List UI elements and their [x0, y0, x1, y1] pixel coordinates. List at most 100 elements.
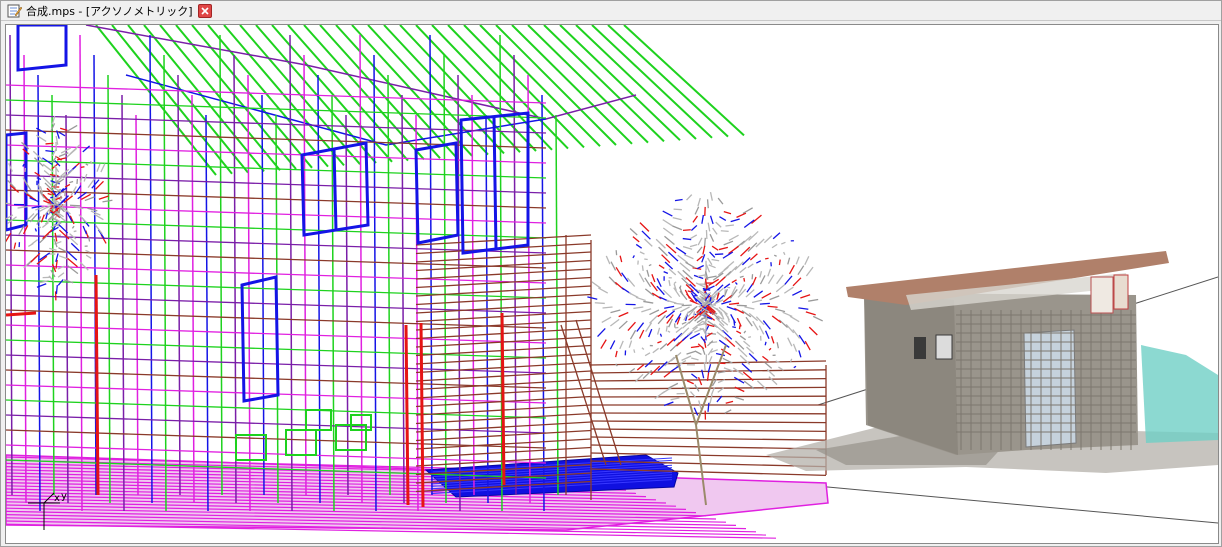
tree-leaf — [670, 397, 680, 401]
fence-rail — [590, 377, 827, 382]
frame-column — [359, 34, 363, 504]
tree-leaf — [664, 261, 674, 270]
tree-leaf — [29, 197, 40, 203]
tree-leaf — [725, 224, 734, 227]
tree-leaf — [673, 287, 681, 298]
tree-leaf — [707, 257, 713, 266]
tree-leaf — [641, 347, 645, 351]
tree-leaf — [793, 365, 797, 369]
axonometric-viewport[interactable]: x y — [5, 24, 1219, 544]
tree-leaf — [7, 179, 16, 189]
tree-leaf — [96, 163, 101, 172]
tree-leaf — [771, 243, 778, 249]
tree-leaf — [628, 292, 639, 299]
tree-leaf — [638, 272, 645, 283]
tree-leaf — [672, 216, 682, 221]
roof-stripe — [95, 25, 217, 176]
tree-leaf — [758, 325, 765, 335]
tree-leaf — [669, 341, 680, 352]
tree-leaf — [633, 349, 636, 353]
tree-leaf — [605, 255, 611, 265]
tree-leaf — [632, 236, 640, 243]
tree-leaf — [767, 274, 775, 285]
tree-leaf — [639, 329, 645, 339]
fence-rail — [415, 251, 592, 263]
tree-leaf — [711, 258, 720, 262]
tree-leaf — [769, 295, 780, 301]
tree-leaf — [780, 241, 786, 245]
tree-leaf — [759, 302, 770, 305]
title-bar[interactable]: 合成.mps - [アクソノメトリック] — [1, 1, 1221, 21]
tree-leaf — [635, 243, 643, 249]
tree-leaf — [621, 272, 629, 283]
tree-leaf — [778, 319, 788, 328]
tree-leaf — [629, 227, 638, 236]
tree-leaf — [635, 296, 646, 302]
tree-leaf — [748, 352, 758, 362]
tree-leaf — [751, 276, 757, 286]
tree-leaf — [694, 350, 702, 356]
tree-leaf — [749, 253, 758, 261]
frame-column — [23, 54, 27, 504]
tree-leaf — [712, 227, 718, 235]
tree-leaf — [618, 311, 629, 318]
tree-leaf — [728, 245, 739, 255]
tree-leaf — [713, 323, 725, 334]
tree-leaf — [673, 281, 677, 285]
tree-leaf — [675, 327, 683, 334]
tree-leaf — [770, 336, 775, 344]
tree-leaf — [673, 332, 683, 342]
tree-leaf — [764, 330, 770, 340]
tree-leaf — [734, 261, 744, 271]
tree-leaf — [648, 328, 653, 338]
tree-leaf — [768, 376, 778, 386]
frame-column — [163, 54, 167, 512]
tree-leaf — [59, 195, 63, 200]
tree-leaf — [664, 305, 675, 309]
tree-leaf — [734, 340, 745, 350]
tree-leaf — [778, 366, 784, 371]
tree-leaf — [666, 299, 677, 304]
tree-leaf — [701, 254, 706, 263]
tree-leaf — [87, 235, 91, 242]
scene-canvas[interactable]: x y — [6, 25, 1218, 543]
tree-leaf — [677, 254, 689, 264]
frame-column — [93, 54, 97, 496]
tree-leaf — [756, 380, 768, 391]
tree-leaf — [718, 246, 729, 251]
tree-leaf — [805, 311, 816, 316]
tree-leaf — [740, 235, 752, 246]
tree-leaf — [665, 243, 677, 254]
tree-leaf — [707, 402, 710, 412]
frame-column — [499, 34, 503, 512]
tree-leaf — [673, 302, 685, 306]
tree-leaf — [601, 316, 612, 324]
frame-column — [219, 34, 223, 496]
point-cloud-shed — [846, 251, 1218, 455]
tree-leaf — [783, 286, 794, 294]
tree-leaf — [720, 230, 729, 233]
tree-leaf — [82, 225, 88, 235]
tree-leaf — [771, 315, 782, 324]
tree-leaf — [80, 166, 85, 168]
tree-leaf — [759, 271, 763, 278]
tree-leaf — [632, 255, 635, 259]
tree-leaf — [686, 350, 696, 355]
close-button[interactable] — [197, 3, 212, 18]
tree-leaf — [805, 266, 814, 277]
close-icon — [201, 6, 209, 15]
tree-leaf — [656, 278, 662, 288]
tree-leaf — [610, 261, 617, 271]
tree-leaf — [664, 356, 675, 367]
tree-leaf — [756, 260, 762, 264]
tree-leaf — [628, 340, 633, 348]
fence-rail — [590, 386, 827, 390]
tree-leaf — [772, 232, 781, 240]
tree-leaf — [764, 341, 767, 346]
tree-leaf — [764, 362, 773, 369]
fence-rail — [590, 412, 827, 415]
tree-leaf — [773, 254, 777, 257]
tree-leaf — [706, 199, 709, 209]
tree-leaf — [715, 221, 722, 228]
tree-leaf — [743, 277, 746, 282]
